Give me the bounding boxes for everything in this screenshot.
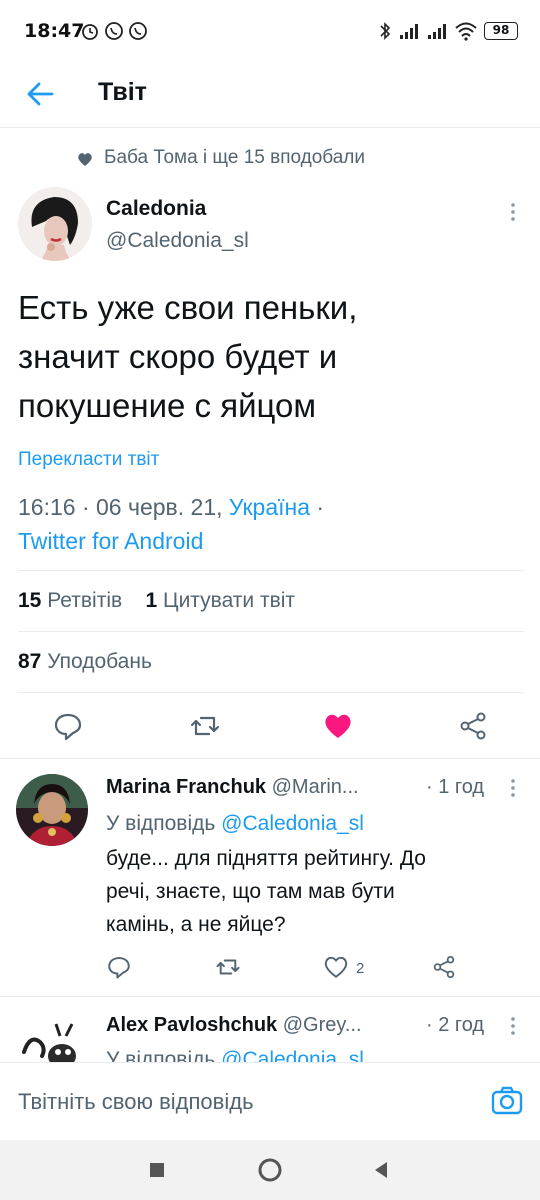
replying-to-link[interactable]: @Caledonia_sl bbox=[221, 1048, 364, 1062]
quotes-stat[interactable]: 1 Цитувати твіт bbox=[146, 589, 296, 612]
back-nav-icon[interactable] bbox=[367, 1156, 395, 1184]
reply-author[interactable]: Alex Pavloshchuk @Grey... bbox=[106, 1014, 362, 1037]
retweet-icon[interactable] bbox=[189, 710, 221, 742]
tweet-location-link[interactable]: Україна bbox=[229, 494, 310, 520]
bluetooth-icon bbox=[380, 22, 391, 40]
signal-icon bbox=[400, 24, 418, 39]
system-nav-bar bbox=[0, 1140, 540, 1200]
tweet-source-link[interactable]: Twitter for Android bbox=[18, 528, 203, 554]
viber-icon bbox=[105, 22, 123, 40]
likes-stat[interactable]: 87 Уподобань bbox=[18, 650, 152, 674]
share-icon[interactable] bbox=[457, 710, 489, 742]
reply-retweet-icon[interactable] bbox=[215, 954, 241, 980]
reply-reply-icon[interactable] bbox=[106, 954, 132, 980]
reply-item[interactable]: Alex Pavloshchuk @Grey... · 2 год У відп… bbox=[0, 996, 540, 1062]
home-icon[interactable] bbox=[256, 1156, 284, 1184]
reply-replying-to: У відповідь @Caledonia_sl bbox=[106, 812, 364, 836]
status-bar: 18:47 98 bbox=[0, 0, 540, 62]
tweet-meta: 16:16 · 06 черв. 21, Україна · Twitter f… bbox=[18, 494, 325, 554]
reply-like-count: 2 bbox=[356, 960, 365, 977]
status-time: 18:47 bbox=[24, 20, 85, 42]
reply-time: · 2 год bbox=[426, 1014, 485, 1036]
camera-icon[interactable] bbox=[490, 1083, 524, 1117]
quotes-count: 1 bbox=[145, 589, 158, 612]
tweet-date: 06 черв. 21 bbox=[96, 494, 217, 520]
battery-indicator: 98 bbox=[484, 22, 518, 40]
divider bbox=[18, 570, 524, 571]
reply-input[interactable]: Твітніть свою відповідь bbox=[18, 1089, 254, 1115]
liked-by-text[interactable]: Баба Тома і ще 15 вподобали bbox=[104, 147, 365, 169]
reply-author-name: Marina Franchuk bbox=[106, 776, 267, 798]
retweets-label: Ретвітів bbox=[47, 589, 123, 612]
translate-tweet-link[interactable]: Перекласти твіт bbox=[18, 449, 159, 471]
replying-to-link[interactable]: @Caledonia_sl bbox=[221, 812, 364, 835]
wifi-icon bbox=[455, 22, 477, 41]
reply-author-name: Alex Pavloshchuk bbox=[106, 1014, 278, 1036]
retweets-stat[interactable]: 15 Ретвітів bbox=[18, 589, 122, 612]
retweet-quote-stats: 15 Ретвітів 1 Цитувати твіт bbox=[18, 589, 295, 613]
tweet-time: 16:16 bbox=[18, 494, 76, 520]
back-arrow-icon[interactable] bbox=[22, 76, 58, 112]
reply-text-line: речі, знаєте, що там мав бути bbox=[106, 880, 395, 903]
replying-prefix: У відповідь bbox=[106, 1048, 216, 1062]
author-handle[interactable]: @Caledonia_sl bbox=[106, 229, 249, 253]
reply-more-options-icon[interactable] bbox=[503, 1014, 523, 1038]
reply-author-handle: @Marin... bbox=[271, 776, 359, 798]
reply-compose-bar[interactable]: Твітніть свою відповідь bbox=[0, 1062, 540, 1140]
reply-share-icon[interactable] bbox=[431, 954, 457, 980]
tweet-text: Есть уже свои пеньки, значит скоро будет… bbox=[18, 283, 518, 430]
like-filled-icon[interactable] bbox=[322, 710, 354, 742]
likes-label: Уподобань bbox=[47, 650, 152, 673]
author-name[interactable]: Caledonia bbox=[106, 197, 206, 221]
reply-author[interactable]: Marina Franchuk @Marin... bbox=[106, 776, 359, 799]
tweet-text-line: Есть уже свои пеньки, bbox=[18, 289, 358, 326]
reply-time: · 1 год bbox=[426, 776, 485, 798]
more-options-icon[interactable] bbox=[503, 200, 523, 224]
reply-replying-to: У відповідь @Caledonia_sl bbox=[106, 1048, 364, 1062]
page-title: Твіт bbox=[98, 78, 147, 106]
reply-like-icon[interactable] bbox=[323, 954, 349, 980]
retweets-count: 15 bbox=[18, 589, 42, 612]
alarm-icon bbox=[82, 24, 98, 40]
reply-text-line: буде... для підняття рейтингу. До bbox=[106, 847, 426, 870]
reply-avatar[interactable] bbox=[16, 774, 88, 846]
viber-icon-2 bbox=[129, 22, 147, 40]
divider bbox=[18, 631, 524, 632]
quotes-label: Цитувати твіт bbox=[163, 589, 296, 612]
divider bbox=[18, 692, 524, 693]
recents-icon[interactable] bbox=[143, 1156, 171, 1184]
likes-count: 87 bbox=[18, 650, 42, 673]
replying-prefix: У відповідь bbox=[106, 812, 216, 835]
reply-text: буде... для підняття рейтингу. До речі, … bbox=[106, 842, 516, 941]
tweet-text-line: значит скоро будет и bbox=[18, 338, 338, 375]
reply-text-line: камінь, а не яйце? bbox=[106, 913, 286, 936]
reply-more-options-icon[interactable] bbox=[503, 776, 523, 800]
reply-item[interactable]: Marina Franchuk @Marin... · 1 год У відп… bbox=[0, 758, 540, 996]
reply-avatar[interactable] bbox=[16, 1012, 88, 1062]
reply-icon[interactable] bbox=[52, 710, 84, 742]
heart-small-icon bbox=[78, 153, 92, 166]
reply-author-handle: @Grey... bbox=[282, 1014, 362, 1036]
author-avatar[interactable] bbox=[18, 187, 92, 261]
signal-icon-2 bbox=[428, 24, 446, 39]
tweet-text-line: покушение с яйцом bbox=[18, 387, 317, 424]
top-bar: Твіт bbox=[0, 62, 540, 128]
